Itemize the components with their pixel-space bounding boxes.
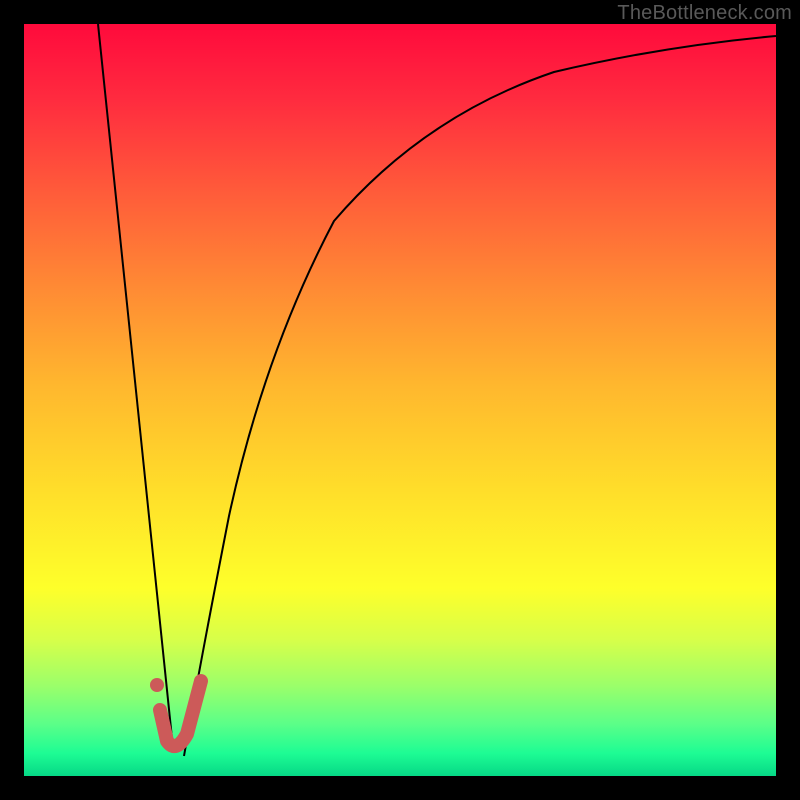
right-rising-curve — [184, 36, 776, 756]
chart-frame: TheBottleneck.com — [0, 0, 800, 800]
watermark-text: TheBottleneck.com — [617, 2, 792, 25]
left-descending-line — [98, 24, 173, 748]
plot-area — [24, 24, 776, 776]
curves-layer — [24, 24, 776, 776]
optimal-marker-dot — [150, 678, 164, 692]
